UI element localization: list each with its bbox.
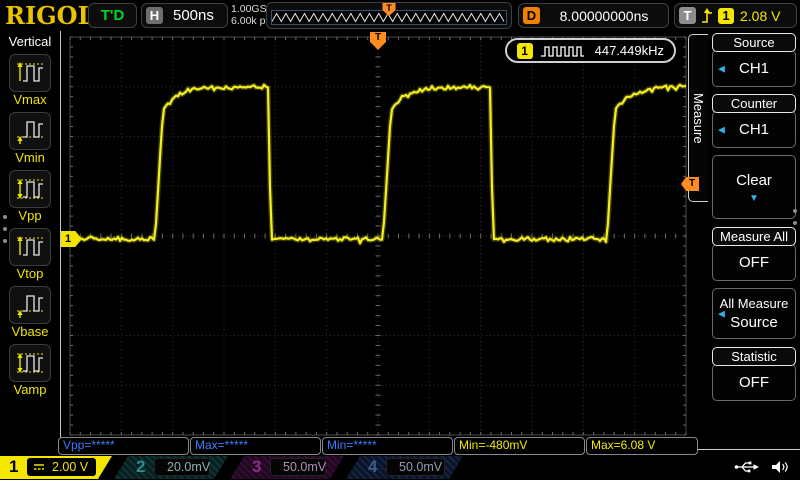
measurement-min-2: Min=-480mV: [454, 437, 585, 455]
measurement-vpp: Vpp=*****: [58, 437, 189, 455]
channel-scale: 20.0mV: [167, 460, 210, 474]
timebase-value: 500ns: [173, 7, 214, 24]
dc-coupling-icon: [33, 462, 45, 472]
sidebar-item-label: Vtop: [0, 266, 60, 282]
vmin-icon: [9, 112, 51, 150]
rigol-logo: RIGOL: [5, 1, 94, 30]
source-value: CH1: [739, 60, 769, 77]
trigger-info-box: T 1 2.08 V: [674, 3, 797, 28]
vamp-icon: [9, 344, 51, 382]
sidebar-item-vtop[interactable]: Vtop: [0, 228, 60, 282]
sidebar-item-vmax[interactable]: Vmax: [0, 54, 60, 108]
measure-all-group: Measure All OFF: [711, 227, 797, 281]
sidebar-item-label: Vbase: [0, 324, 60, 340]
statistic-button[interactable]: OFF: [712, 364, 796, 401]
channel-number: 3: [252, 457, 261, 477]
usb-icon: [734, 459, 760, 475]
measure-menu: Measure Source ◀ CH1 Counter ◀ CH1 Clear…: [688, 31, 800, 450]
chevron-down-icon: ▼: [749, 194, 759, 203]
trigger-status-label: T'D: [101, 7, 125, 24]
channel-1-tab[interactable]: 1 2.00 V: [0, 456, 112, 479]
scroll-indicator: [3, 207, 7, 251]
frequency-counter-badge: 1 447.449kHz: [505, 38, 676, 63]
channel-scale-box: 20.0mV: [154, 458, 210, 476]
channel-number: 4: [368, 457, 377, 477]
sidebar-item-vamp[interactable]: Vamp: [0, 344, 60, 398]
t-label: T: [679, 7, 696, 24]
channel-scale-box: 50.0mV: [386, 458, 445, 476]
measure-all-button[interactable]: OFF: [712, 244, 796, 281]
sidebar-item-label: Vamp: [0, 382, 60, 398]
counter-value: 447.449kHz: [595, 43, 664, 58]
measurement-min-1: Min=*****: [322, 437, 453, 455]
vmax-icon: [9, 54, 51, 92]
measure-all-header: Measure All: [712, 227, 796, 246]
channel-4-tab[interactable]: 4 50.0mV: [346, 456, 463, 479]
channel-3-tab[interactable]: 3 50.0mV: [230, 456, 344, 479]
top-bar: RIGOL T'D H 500ns 1.00GSa/s 6.00k pts T …: [0, 0, 800, 31]
counter-header: Counter: [712, 94, 796, 113]
statistic-group: Statistic OFF: [711, 347, 797, 401]
waveform-preview[interactable]: T: [266, 2, 512, 29]
sidebar-item-vmin[interactable]: Vmin: [0, 112, 60, 166]
measure-tab: Measure: [688, 34, 708, 202]
waveform-display: 1 447.449kHz 1 T T: [62, 31, 688, 438]
all-measure-source-button[interactable]: ◀ All Measure Source: [712, 288, 796, 339]
chevron-left-icon: ◀: [718, 308, 725, 319]
source-group: Source ◀ CH1: [711, 33, 797, 87]
vpp-icon: [9, 170, 51, 208]
pulse-train-icon: [540, 44, 588, 58]
channel-2-tab[interactable]: 2 20.0mV: [114, 456, 228, 479]
channel-scale: 50.0mV: [283, 460, 326, 474]
sidebar-item-vbase[interactable]: Vbase: [0, 286, 60, 340]
channel-scale: 50.0mV: [399, 460, 442, 474]
channel-number: 1: [9, 457, 18, 477]
trigger-level-value: 2.08 V: [740, 8, 780, 24]
vtop-icon: [9, 228, 51, 266]
chevron-left-icon: ◀: [718, 124, 725, 135]
measure-all-value: OFF: [739, 254, 769, 271]
clear-button[interactable]: Clear ▼: [712, 155, 796, 219]
beeper-icon: [770, 459, 790, 475]
left-menu-title: Vertical: [0, 31, 60, 50]
sidebar-item-label: Vpp: [0, 208, 60, 224]
sidebar-item-vpp[interactable]: Vpp: [0, 170, 60, 224]
d-label: D: [523, 7, 540, 24]
source-header: Source: [712, 33, 796, 52]
channel-scale: 2.00 V: [52, 460, 88, 474]
chevron-left-icon: ◀: [718, 63, 725, 74]
trigger-source-badge: 1: [718, 8, 734, 24]
channel-scale-box: 2.00 V: [27, 458, 96, 476]
counter-source-value: CH1: [739, 121, 769, 138]
horizontal-offset-box: D 8.00000000ns: [518, 3, 669, 28]
channel-number: 2: [136, 457, 145, 477]
counter-group: Counter ◀ CH1: [711, 94, 797, 148]
measurement-max-2: Max=6.08 V: [586, 437, 698, 455]
statistic-header: Statistic: [712, 347, 796, 366]
all-measure-label: All Measure: [713, 296, 795, 311]
status-icons: [734, 459, 790, 475]
h-label: H: [146, 7, 163, 24]
statistic-value: OFF: [739, 374, 769, 391]
channel-scale-box: 50.0mV: [270, 458, 326, 476]
channel-bar: 1 2.00 V 2 20.0mV 3 50.0mV 4: [0, 456, 800, 480]
rising-edge-icon: [700, 7, 714, 25]
sidebar-item-label: Vmin: [0, 150, 60, 166]
horizontal-timebase-box[interactable]: H 500ns: [141, 3, 228, 28]
measurement-bar: Vpp=***** Max=***** Min=***** Min=-480mV…: [58, 437, 699, 455]
sidebar-item-label: Vmax: [0, 92, 60, 108]
graticule-and-trace: [62, 31, 688, 438]
trigger-status-box: T'D: [88, 3, 137, 28]
clear-label: Clear: [736, 172, 772, 189]
source-button[interactable]: ◀ CH1: [712, 50, 796, 87]
vbase-icon: [9, 286, 51, 324]
counter-channel-badge: 1: [517, 43, 533, 59]
offset-value: 8.00000000ns: [540, 8, 668, 24]
counter-button[interactable]: ◀ CH1: [712, 111, 796, 148]
all-measure-value: Source: [713, 314, 795, 331]
left-menu: Vertical Vmax Vmin: [0, 31, 61, 448]
measurement-max-1: Max=*****: [190, 437, 321, 455]
